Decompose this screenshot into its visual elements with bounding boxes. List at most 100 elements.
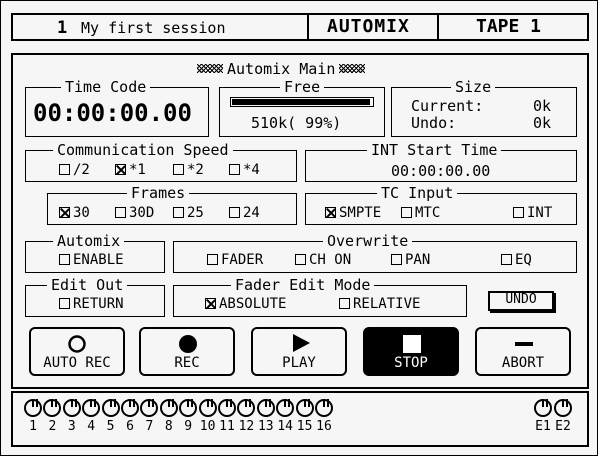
automix-label: Automix xyxy=(53,234,125,249)
tc-input-option-int[interactable]: INT xyxy=(513,206,552,220)
rec-label: REC xyxy=(174,355,200,371)
edit-out-return-option[interactable]: RETURN xyxy=(59,297,124,311)
channel-knob-icon[interactable] xyxy=(295,399,314,417)
stop-button[interactable]: STOP xyxy=(363,327,459,376)
comm-speed-option-x2[interactable]: *2 xyxy=(173,163,204,177)
checkbox-icon xyxy=(501,254,512,265)
rec-button[interactable]: REC xyxy=(139,327,235,376)
title-pattern-left-icon xyxy=(197,64,223,73)
checkbox-icon xyxy=(295,254,306,265)
automix-enable-option[interactable]: ENABLE xyxy=(59,253,124,267)
channel-knob-icon[interactable] xyxy=(218,399,236,417)
option-label: *4 xyxy=(243,162,260,178)
abort-button[interactable]: ABORT xyxy=(475,327,571,376)
option-label: RETURN xyxy=(73,296,124,312)
option-label: ENABLE xyxy=(73,252,124,268)
frames-option-25[interactable]: 25 xyxy=(173,206,204,220)
channel-knob-icon[interactable] xyxy=(24,399,42,417)
play-button[interactable]: PLAY xyxy=(251,327,347,376)
session-number: 1 xyxy=(57,18,68,38)
option-label: *1 xyxy=(129,162,146,178)
int-start-value[interactable]: 00:00:00.00 xyxy=(391,163,490,179)
time-code-label: Time Code xyxy=(61,80,151,95)
comm-speed-option-x4[interactable]: *4 xyxy=(229,163,260,177)
frames-option-30[interactable]: 30 xyxy=(59,206,90,220)
tc-input-label: TC Input xyxy=(377,186,458,201)
free-meter xyxy=(230,97,374,107)
size-current-value: 0k xyxy=(533,97,552,115)
time-code-value: 00:00:00.00 xyxy=(33,99,192,127)
checkbox-checked-icon xyxy=(59,207,70,218)
option-label: SMPTE xyxy=(339,205,382,221)
overwrite-option-pan[interactable]: PAN xyxy=(391,253,430,267)
abort-label: ABORT xyxy=(501,355,545,371)
checkbox-icon xyxy=(59,164,70,175)
option-label: 30D xyxy=(129,205,155,221)
overwrite-option-ch-on[interactable]: CH ON xyxy=(295,253,351,267)
option-label: /2 xyxy=(73,162,90,178)
checkbox-icon xyxy=(59,298,70,309)
stop-label: STOP xyxy=(394,355,428,371)
edit-out-label: Edit Out xyxy=(47,278,128,293)
play-label: PLAY xyxy=(282,355,316,371)
option-label: 30 xyxy=(73,205,90,221)
channel-knob-icon[interactable] xyxy=(315,399,333,417)
channel-knob-icon[interactable] xyxy=(101,399,120,417)
overwrite-option-eq[interactable]: EQ xyxy=(501,253,532,267)
option-label: 25 xyxy=(187,205,204,221)
channel-knob-icon[interactable] xyxy=(198,399,217,417)
checkbox-icon xyxy=(59,254,70,265)
size-label: Size xyxy=(451,80,496,95)
option-label: CH ON xyxy=(309,252,352,268)
fader-edit-option-relative[interactable]: RELATIVE xyxy=(339,297,420,311)
overwrite-option-fader[interactable]: FADER xyxy=(207,253,263,267)
header-divider-2 xyxy=(437,13,439,41)
channel-knob-icon[interactable] xyxy=(121,399,139,417)
option-label: *2 xyxy=(187,162,204,178)
record-dot-icon xyxy=(179,335,197,353)
checkbox-icon xyxy=(401,207,412,218)
size-undo-label: Undo: xyxy=(411,114,457,132)
title-pattern-right-icon xyxy=(339,64,366,73)
fader-edit-option-absolute[interactable]: ABSOLUTE xyxy=(205,297,286,311)
comm-speed-option-x1[interactable]: *1 xyxy=(115,163,146,177)
option-label: ABSOLUTE xyxy=(219,296,287,312)
checkbox-icon xyxy=(173,164,184,175)
option-label: INT xyxy=(527,205,553,221)
comm-speed-label: Communication Speed xyxy=(53,143,233,158)
size-undo-value: 0k xyxy=(533,114,552,132)
frames-label: Frames xyxy=(127,186,190,201)
effect-channel-number: E2 xyxy=(555,419,571,434)
frames-option-30d[interactable]: 30D xyxy=(115,206,154,220)
overwrite-label: Overwrite xyxy=(323,234,413,249)
channel-knob-icon[interactable] xyxy=(62,399,81,417)
checkbox-icon xyxy=(513,207,524,218)
frames-option-24[interactable]: 24 xyxy=(229,206,260,220)
option-label: FADER xyxy=(221,252,264,268)
effect-knob-icon[interactable] xyxy=(554,399,572,417)
session-name[interactable]: My first session xyxy=(81,20,226,36)
tc-input-option-smpte[interactable]: SMPTE xyxy=(325,206,381,220)
size-current-label: Current: xyxy=(411,97,484,115)
free-value: 510k( 99%) xyxy=(251,114,342,132)
automix-screen: 1 My first session AUTOMIX TAPE 1 Automi… xyxy=(0,0,598,456)
hollow-circle-icon xyxy=(68,335,86,353)
channel-knob-icon[interactable] xyxy=(159,399,178,417)
stop-square-icon xyxy=(403,335,421,353)
undo-button[interactable]: UNDO xyxy=(488,291,554,311)
effect-knob-icon[interactable] xyxy=(534,399,552,417)
int-start-label: INT Start Time xyxy=(367,143,502,158)
checkbox-icon xyxy=(391,254,402,265)
tc-input-option-mtc[interactable]: MTC xyxy=(401,206,440,220)
option-label: 24 xyxy=(243,205,260,221)
option-label: RELATIVE xyxy=(353,296,421,312)
dash-icon xyxy=(515,342,533,346)
checkbox-checked-icon xyxy=(325,207,336,218)
free-meter-fill xyxy=(232,99,370,105)
mode-title: AUTOMIX xyxy=(327,16,410,37)
channel-knob-icon[interactable] xyxy=(256,399,275,417)
auto-rec-button[interactable]: AUTO REC xyxy=(29,327,125,376)
comm-speed-option-div2[interactable]: /2 xyxy=(59,163,90,177)
channel-number: 16 xyxy=(316,419,332,434)
checkbox-checked-icon xyxy=(205,298,216,309)
